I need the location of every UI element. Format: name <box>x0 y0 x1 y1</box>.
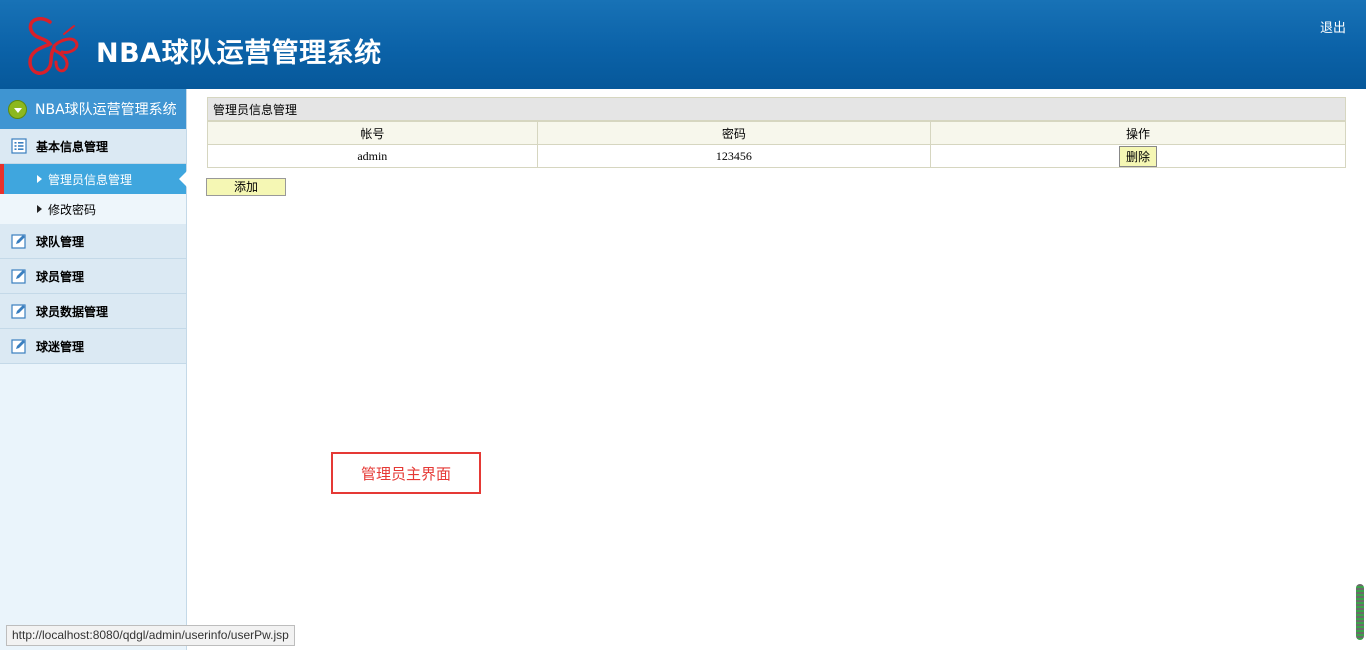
logout-link[interactable]: 退出 <box>1320 17 1346 36</box>
list-icon <box>11 138 27 154</box>
annotation-label: 管理员主界面 <box>331 452 481 494</box>
sidebar-group-players[interactable]: 球员管理 <box>0 259 186 294</box>
table-row: admin 123456 删除 <box>207 144 1346 168</box>
sidebar-group-label: 球队管理 <box>36 234 85 249</box>
sidebar: NBA球队运营管理系统 基本信息管理 管理员信息管理 修改密码 球队管理 球员管… <box>0 89 187 650</box>
sidebar-heading[interactable]: NBA球队运营管理系统 <box>0 89 186 129</box>
butterfly-logo-icon <box>28 17 79 75</box>
sidebar-group-fans[interactable]: 球迷管理 <box>0 329 186 364</box>
delete-button[interactable]: 删除 <box>1119 145 1158 167</box>
sidebar-item-label: 修改密码 <box>48 202 97 217</box>
cell-action: 删除 <box>930 144 1346 168</box>
sidebar-group-label: 球迷管理 <box>36 339 85 354</box>
status-bar-url: http://localhost:8080/qdgl/admin/userinf… <box>6 625 295 646</box>
column-header-password: 密码 <box>536 121 932 145</box>
admin-info-panel: 管理员信息管理 帐号 密码 操作 admin 123456 删除 <box>207 97 1346 168</box>
cell-password: 123456 <box>536 144 932 168</box>
caret-right-icon <box>37 175 42 183</box>
panel-title: 管理员信息管理 <box>207 97 1346 121</box>
app-header: NBA球队运营管理系统 退出 <box>0 0 1366 89</box>
sidebar-group-player-stats[interactable]: 球员数据管理 <box>0 294 186 329</box>
cell-account: admin <box>207 144 538 168</box>
table-header-row: 帐号 密码 操作 <box>207 121 1346 145</box>
scrollbar-thumb[interactable] <box>1356 584 1364 640</box>
sidebar-group-label: 基本信息管理 <box>36 139 109 154</box>
sidebar-group-teams[interactable]: 球队管理 <box>0 224 186 259</box>
edit-icon <box>11 269 26 284</box>
sidebar-item-change-password[interactable]: 修改密码 <box>0 194 186 224</box>
sidebar-group-label: 球员数据管理 <box>36 304 109 319</box>
column-header-action: 操作 <box>930 121 1346 145</box>
add-button[interactable]: 添加 <box>206 178 286 196</box>
collapse-arrow-icon <box>8 99 27 119</box>
sidebar-group-basic-info[interactable]: 基本信息管理 <box>0 129 186 164</box>
sidebar-group-label: 球员管理 <box>36 269 85 284</box>
sidebar-heading-label: NBA球队运营管理系统 <box>35 102 177 118</box>
sidebar-item-label: 管理员信息管理 <box>48 172 133 187</box>
edit-icon <box>11 234 26 249</box>
edit-icon <box>11 304 26 319</box>
edit-icon <box>11 339 26 354</box>
app-title: NBA球队运营管理系统 <box>96 38 382 69</box>
sidebar-item-admin-info[interactable]: 管理员信息管理 <box>0 164 187 194</box>
admin-table: 帐号 密码 操作 admin 123456 删除 <box>207 121 1346 168</box>
caret-right-icon <box>37 205 42 213</box>
column-header-account: 帐号 <box>207 121 538 145</box>
